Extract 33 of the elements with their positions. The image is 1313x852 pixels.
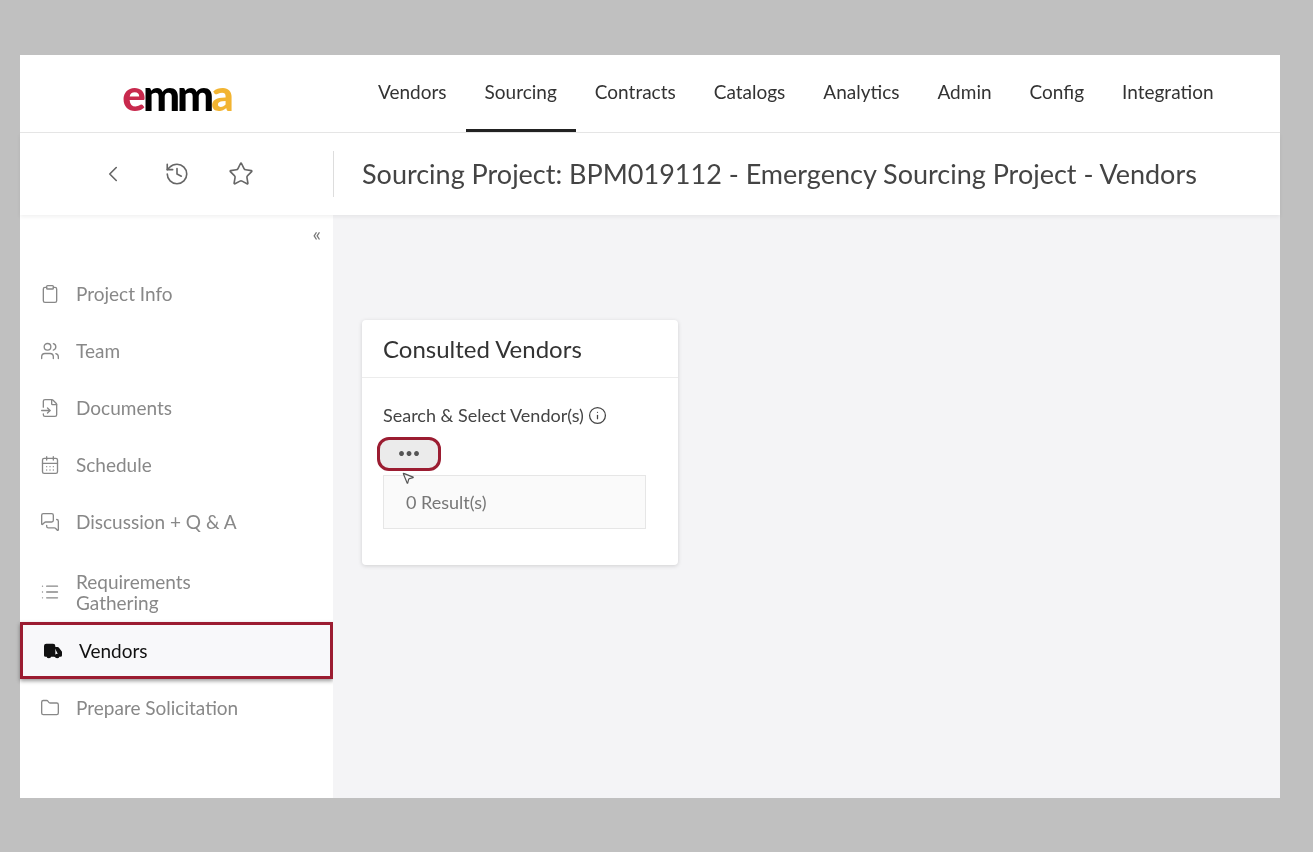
chat-icon	[40, 511, 60, 532]
nav-tab[interactable]: Config	[1010, 55, 1104, 132]
nav-tab[interactable]: Vendors	[359, 55, 466, 132]
history-icon[interactable]	[163, 161, 190, 187]
nav-tab[interactable]: Admin	[918, 55, 1011, 132]
sidebar-item[interactable]: Discussion + Q & A	[20, 493, 333, 550]
field-label: Search & Select Vendor(s)	[383, 403, 584, 428]
nav-tab[interactable]: Catalogs	[694, 55, 805, 132]
people-icon	[40, 340, 60, 361]
page-title: Sourcing Project: BPM019112 - Emergency Sourcing Project - Vendors	[362, 155, 1197, 192]
folder-icon	[40, 697, 60, 718]
star-icon[interactable]	[227, 161, 254, 187]
cursor-icon	[401, 471, 415, 485]
sidebar-item[interactable]: Schedule	[20, 436, 333, 493]
document-icon	[40, 397, 60, 418]
sidebar-item[interactable]: Prepare Solicitation	[20, 679, 333, 736]
sidebar-item[interactable]: Requirements Gathering	[20, 562, 333, 622]
sidebar-item[interactable]: Vendors	[20, 622, 333, 679]
sidebar-item[interactable]: Team	[20, 322, 333, 379]
nav-tab[interactable]: Contracts	[575, 55, 695, 132]
clipboard-icon	[40, 283, 60, 304]
card-title: Consulted Vendors	[383, 332, 582, 365]
more-button[interactable]: •••	[377, 437, 441, 471]
logo: emma	[122, 71, 231, 116]
nav-tab[interactable]: Analytics	[804, 55, 919, 132]
results-count: 0 Result(s)	[406, 489, 487, 515]
nav-tab[interactable]: Integration	[1103, 55, 1233, 132]
nav-tab[interactable]: Sourcing	[465, 55, 576, 132]
calendar-icon	[40, 454, 60, 475]
sidebar-item[interactable]: Documents	[20, 379, 333, 436]
collapse-button[interactable]: «	[312, 223, 321, 243]
sidebar-item[interactable]: Project Info	[20, 265, 333, 322]
info-icon[interactable]	[587, 406, 607, 425]
